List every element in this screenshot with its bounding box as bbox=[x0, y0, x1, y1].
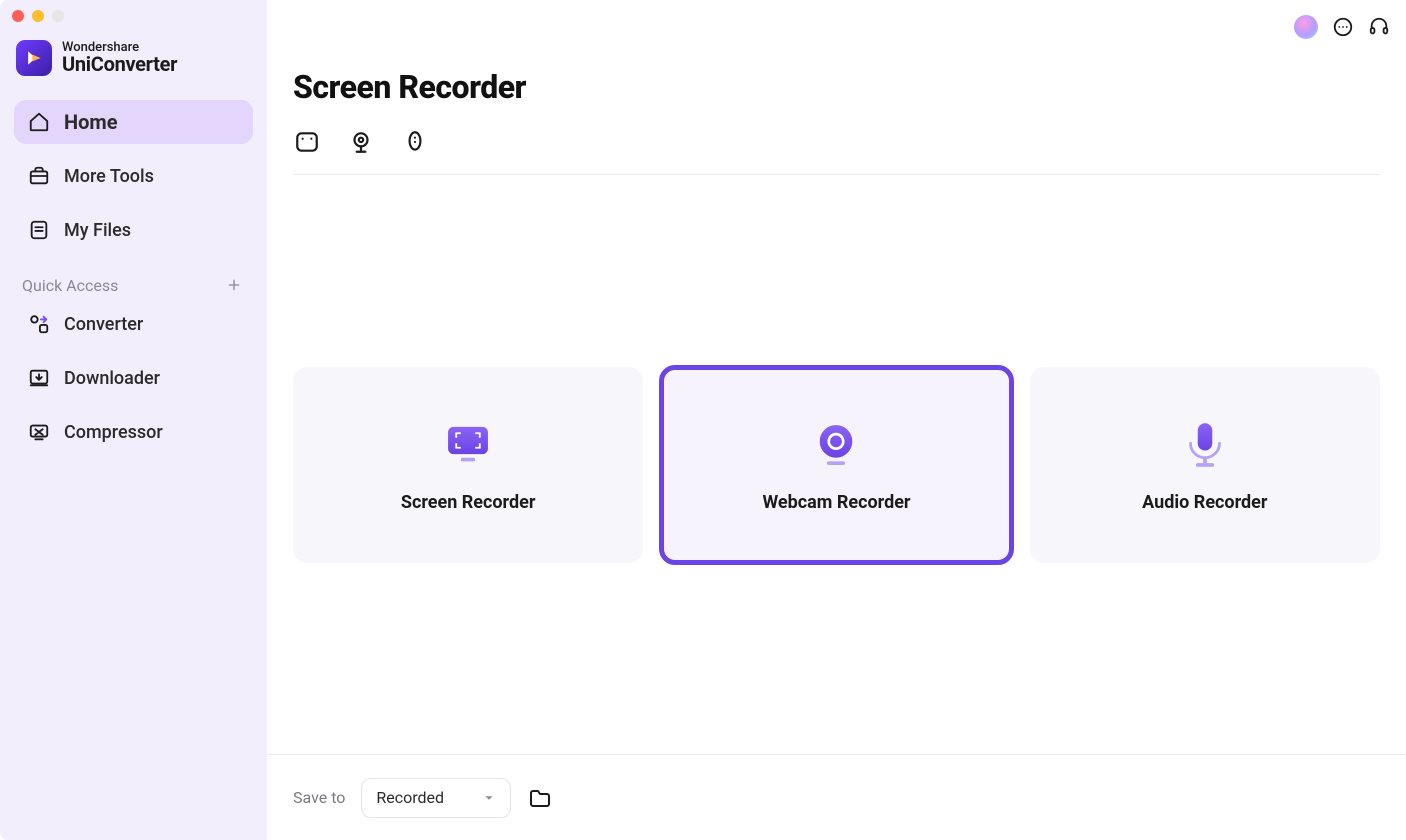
dropdown-value: Recorded bbox=[376, 788, 444, 807]
sidebar-item-my-files[interactable]: My Files bbox=[14, 208, 253, 252]
content: Screen Recorder bbox=[267, 44, 1406, 754]
card-label: Screen Recorder bbox=[401, 492, 536, 513]
brand-line2: UniConverter bbox=[62, 54, 177, 75]
recorder-cards: Screen Recorder Webcam Recorder bbox=[293, 367, 1380, 563]
screen-recorder-icon bbox=[439, 416, 497, 474]
mode-screen-icon[interactable] bbox=[293, 128, 321, 156]
sidebar-item-converter[interactable]: Converter bbox=[14, 302, 253, 346]
app-root: Wondershare UniConverter Home More Tools bbox=[0, 0, 1406, 840]
sidebar-item-label: More Tools bbox=[64, 166, 154, 187]
mode-row bbox=[293, 128, 1380, 174]
user-avatar[interactable] bbox=[1294, 15, 1318, 39]
primary-nav: Home More Tools My Files bbox=[0, 100, 267, 252]
compressor-icon bbox=[28, 421, 50, 443]
topbar bbox=[267, 0, 1406, 44]
close-window-button[interactable] bbox=[12, 10, 24, 22]
sidebar-item-compressor[interactable]: Compressor bbox=[14, 410, 253, 454]
card-label: Audio Recorder bbox=[1142, 492, 1267, 513]
sidebar-item-label: Downloader bbox=[64, 368, 160, 389]
sidebar-item-more-tools[interactable]: More Tools bbox=[14, 154, 253, 198]
bottom-bar: Save to Recorded bbox=[267, 754, 1406, 840]
sidebar: Wondershare UniConverter Home More Tools bbox=[0, 0, 267, 840]
converter-icon bbox=[28, 313, 50, 335]
chevron-down-icon bbox=[482, 791, 496, 805]
support-icon[interactable] bbox=[1368, 16, 1390, 38]
sidebar-item-label: My Files bbox=[64, 220, 131, 241]
card-label: Webcam Recorder bbox=[762, 492, 910, 513]
files-icon bbox=[28, 219, 50, 241]
maximize-window-button[interactable] bbox=[52, 10, 64, 22]
sidebar-item-label: Converter bbox=[64, 314, 143, 335]
mode-webcam-icon[interactable] bbox=[347, 128, 375, 156]
minimize-window-button[interactable] bbox=[32, 10, 44, 22]
message-icon[interactable] bbox=[1332, 16, 1354, 38]
quick-access-label: Quick Access bbox=[22, 276, 118, 295]
card-audio-recorder[interactable]: Audio Recorder bbox=[1030, 367, 1380, 563]
sidebar-item-downloader[interactable]: Downloader bbox=[14, 356, 253, 400]
sidebar-item-label: Home bbox=[64, 110, 118, 134]
add-quick-access-button[interactable] bbox=[223, 274, 245, 296]
sidebar-item-home[interactable]: Home bbox=[14, 100, 253, 144]
mode-audio-icon[interactable] bbox=[401, 128, 429, 156]
card-screen-recorder[interactable]: Screen Recorder bbox=[293, 367, 643, 563]
save-location-dropdown[interactable]: Recorded bbox=[361, 778, 511, 818]
briefcase-icon bbox=[28, 165, 50, 187]
app-logo-icon bbox=[16, 40, 52, 76]
quick-access-nav: Converter Downloader Compressor bbox=[0, 302, 267, 454]
brand: Wondershare UniConverter bbox=[0, 22, 267, 100]
audio-recorder-icon bbox=[1176, 416, 1234, 474]
open-folder-button[interactable] bbox=[527, 785, 553, 811]
home-icon bbox=[28, 111, 50, 133]
main-area: Screen Recorder bbox=[267, 0, 1406, 840]
downloader-icon bbox=[28, 367, 50, 389]
page-title: Screen Recorder bbox=[293, 68, 1380, 106]
sidebar-item-label: Compressor bbox=[64, 422, 163, 443]
quick-access-header: Quick Access bbox=[0, 252, 267, 302]
webcam-recorder-icon bbox=[807, 416, 865, 474]
save-to-label: Save to bbox=[293, 788, 345, 807]
cards-wrap: Screen Recorder Webcam Recorder bbox=[293, 175, 1380, 754]
window-controls bbox=[0, 0, 267, 22]
card-webcam-recorder[interactable]: Webcam Recorder bbox=[661, 367, 1011, 563]
brand-text: Wondershare UniConverter bbox=[62, 41, 177, 76]
